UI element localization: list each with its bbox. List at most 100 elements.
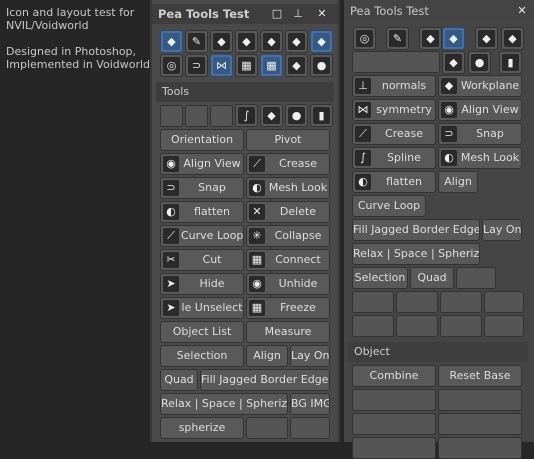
symmetry-button[interactable]: ⋈ symmetry bbox=[352, 99, 436, 121]
empty-slot[interactable] bbox=[185, 105, 208, 127]
empty-slot[interactable] bbox=[246, 417, 288, 439]
tool-tile-cube[interactable]: ◆ bbox=[160, 30, 183, 53]
empty-slot[interactable] bbox=[352, 51, 440, 73]
tool-tile-cube-small[interactable]: ◆ bbox=[260, 104, 283, 127]
maximize-icon[interactable]: □ bbox=[269, 6, 285, 22]
align-button[interactable]: Align bbox=[246, 345, 288, 367]
fill-jagged-border-edges-button[interactable]: Fill Jagged Border Edges bbox=[352, 219, 480, 241]
tool-tile-spline[interactable]: ∫ bbox=[235, 104, 258, 127]
relax-space-spherize-button[interactable]: Relax | Space | Spherize bbox=[160, 393, 288, 415]
empty-slot[interactable] bbox=[396, 315, 438, 337]
spline-button[interactable]: ∫ Spline bbox=[352, 147, 436, 169]
mesh-look-button[interactable]: ◐ Mesh Look bbox=[246, 177, 330, 199]
snap-button[interactable]: ⊃ Snap bbox=[438, 123, 522, 145]
workplane-button[interactable]: ◆ Workplane bbox=[438, 75, 522, 97]
relax-space-spherize-button[interactable]: Relax | Space | Spherize bbox=[352, 243, 480, 265]
connect-button[interactable]: ▦ Connect bbox=[246, 249, 330, 271]
lay-on-button[interactable]: Lay On bbox=[290, 345, 330, 367]
selection-button[interactable]: Selection bbox=[160, 345, 244, 367]
tool-tile-brush[interactable]: ✎ bbox=[386, 27, 409, 50]
tool-tile-bulb[interactable]: ● bbox=[310, 54, 333, 77]
close-icon[interactable]: ✕ bbox=[514, 3, 530, 19]
cut-button[interactable]: ✂ Cut bbox=[160, 249, 244, 271]
reset-base-button[interactable]: Reset Base bbox=[438, 365, 522, 387]
tool-tile-grid[interactable]: ▦ bbox=[235, 54, 258, 77]
flatten-button[interactable]: ◐ flatten bbox=[352, 171, 436, 193]
close-icon[interactable]: ✕ bbox=[314, 6, 330, 22]
curve-loop-button[interactable]: Curve Loop bbox=[352, 195, 426, 217]
tools-section-header[interactable]: Tools bbox=[156, 82, 334, 102]
panel-titlebar[interactable]: Pea Tools Test ✕ bbox=[344, 1, 534, 21]
tool-tile-sphere[interactable]: ● bbox=[285, 104, 308, 127]
empty-slot[interactable] bbox=[352, 291, 394, 313]
tool-tile-cube-2[interactable]: ◆ bbox=[442, 27, 465, 50]
mesh-look-button[interactable]: ◐ Mesh Look bbox=[438, 147, 522, 169]
tool-tile-brush[interactable]: ✎ bbox=[185, 30, 208, 53]
empty-slot[interactable] bbox=[352, 413, 436, 435]
measure-button[interactable]: Measure bbox=[246, 321, 330, 343]
empty-slot[interactable] bbox=[484, 291, 524, 313]
delete-button[interactable]: ✕ Delete bbox=[246, 201, 330, 223]
align-view-button[interactable]: ◉ Align View bbox=[438, 99, 522, 121]
empty-slot[interactable] bbox=[210, 105, 233, 127]
snap-button[interactable]: ⊃ Snap bbox=[160, 177, 244, 199]
pin-icon[interactable]: ⊥ bbox=[290, 6, 306, 22]
tool-tile-target[interactable]: ◎ bbox=[160, 54, 183, 77]
tool-tile-cylinder[interactable]: ▮ bbox=[310, 104, 333, 127]
panel-titlebar[interactable]: Pea Tools Test □ ⊥ ✕ bbox=[152, 4, 338, 24]
spherize-button[interactable]: spherize bbox=[160, 417, 244, 439]
object-section-header[interactable]: Object bbox=[348, 342, 528, 362]
tool-tile-cube-6[interactable]: ◆ bbox=[310, 30, 333, 53]
collapse-button[interactable]: ✳ Collapse bbox=[246, 225, 330, 247]
tool-tile-mirror[interactable]: ⋈ bbox=[210, 54, 233, 77]
tool-tile-cube-3[interactable]: ◆ bbox=[235, 30, 258, 53]
empty-slot[interactable] bbox=[160, 105, 183, 127]
pivot-button[interactable]: Pivot bbox=[246, 129, 330, 151]
quad-button[interactable]: Quad bbox=[160, 369, 198, 391]
tool-tile-cube-4[interactable]: ◆ bbox=[501, 27, 524, 50]
tool-tile-magnet[interactable]: ⊃ bbox=[185, 54, 208, 77]
empty-slot[interactable] bbox=[438, 389, 522, 411]
tool-tile-wave[interactable]: ▦ bbox=[260, 54, 283, 77]
lay-on-button[interactable]: Lay On bbox=[482, 219, 522, 241]
tool-tile-cube-4[interactable]: ◆ bbox=[260, 30, 283, 53]
empty-slot[interactable] bbox=[352, 437, 436, 459]
empty-slot[interactable] bbox=[440, 315, 482, 337]
bg-img-button[interactable]: BG IMG bbox=[290, 393, 330, 415]
hide-button[interactable]: ➤ Hide bbox=[160, 273, 244, 295]
empty-slot[interactable] bbox=[438, 437, 522, 459]
unhide-button[interactable]: ◉ Unhide bbox=[246, 273, 330, 295]
empty-slot[interactable] bbox=[484, 315, 524, 337]
empty-slot[interactable] bbox=[438, 413, 522, 435]
tool-tile-cube[interactable]: ◆ bbox=[419, 27, 442, 50]
tool-tile-cube-2[interactable]: ◆ bbox=[210, 30, 233, 53]
fill-jagged-border-edges-button[interactable]: Fill Jagged Border Edges bbox=[200, 369, 330, 391]
combine-button[interactable]: Combine bbox=[352, 365, 436, 387]
tool-tile-sphere[interactable]: ● bbox=[468, 51, 491, 74]
freeze-button[interactable]: ▦ Freeze bbox=[246, 297, 330, 319]
quad-button[interactable]: Quad bbox=[410, 267, 454, 289]
flatten-button[interactable]: ◐ flatten bbox=[160, 201, 244, 223]
tool-tile-lock[interactable]: ◆ bbox=[285, 54, 308, 77]
curve-loop-button[interactable]: ⟋ Curve Loop bbox=[160, 225, 244, 247]
empty-slot[interactable] bbox=[456, 267, 496, 289]
tool-tile-cylinder[interactable]: ▮ bbox=[499, 51, 522, 74]
empty-slot[interactable] bbox=[440, 291, 482, 313]
normals-button[interactable]: ⊥ normals bbox=[352, 75, 436, 97]
empty-slot[interactable] bbox=[396, 291, 438, 313]
crease-button[interactable]: ⟋ Crease bbox=[352, 123, 436, 145]
empty-slot[interactable] bbox=[352, 389, 436, 411]
selection-button[interactable]: Selection bbox=[352, 267, 408, 289]
tool-tile-cube-5[interactable]: ◆ bbox=[285, 30, 308, 53]
unselect-button[interactable]: ➤ le Unselect bbox=[160, 297, 244, 319]
tool-tile-cube-3[interactable]: ◆ bbox=[475, 27, 498, 50]
object-list-button[interactable]: Object List bbox=[160, 321, 244, 343]
align-view-button[interactable]: ◉ Align View bbox=[160, 153, 244, 175]
empty-slot[interactable] bbox=[290, 417, 330, 439]
crease-button[interactable]: ⟋ Crease bbox=[246, 153, 330, 175]
orientation-button[interactable]: Orientation bbox=[160, 129, 244, 151]
align-button[interactable]: Align bbox=[438, 171, 478, 193]
tool-tile-cube-5[interactable]: ◆ bbox=[442, 51, 465, 74]
empty-slot[interactable] bbox=[352, 315, 394, 337]
tool-tile-target[interactable]: ◎ bbox=[353, 27, 376, 50]
